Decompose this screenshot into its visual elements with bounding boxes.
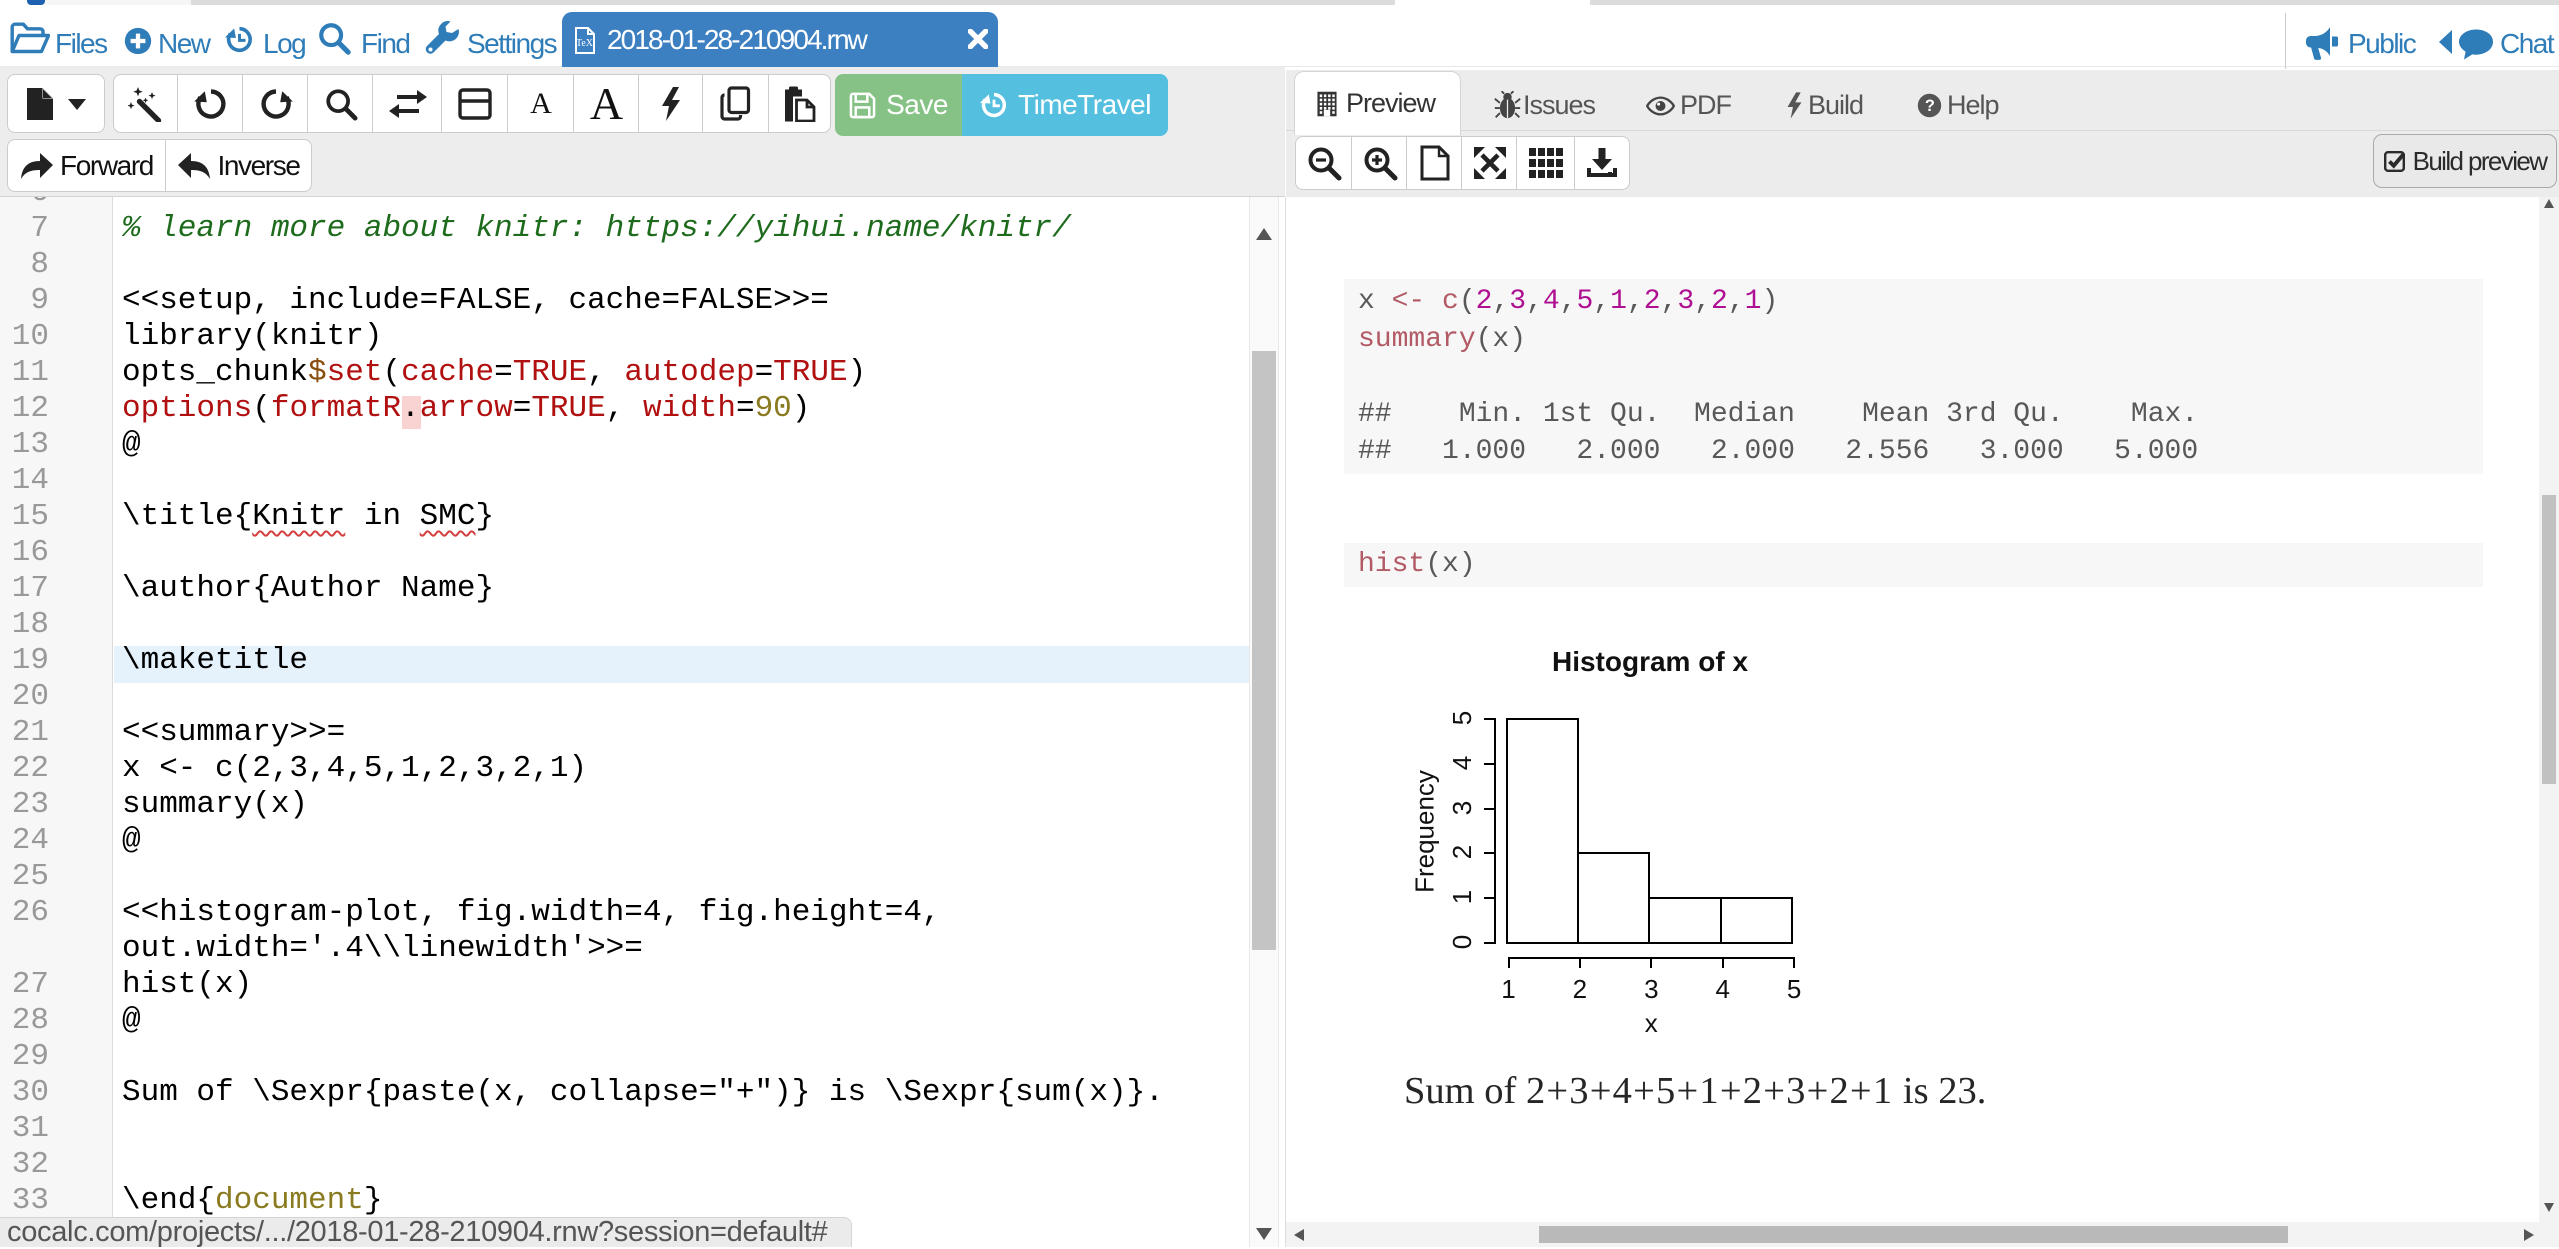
svg-text:?: ?: [1925, 97, 1935, 115]
svg-text:TeX: TeX: [576, 38, 594, 49]
